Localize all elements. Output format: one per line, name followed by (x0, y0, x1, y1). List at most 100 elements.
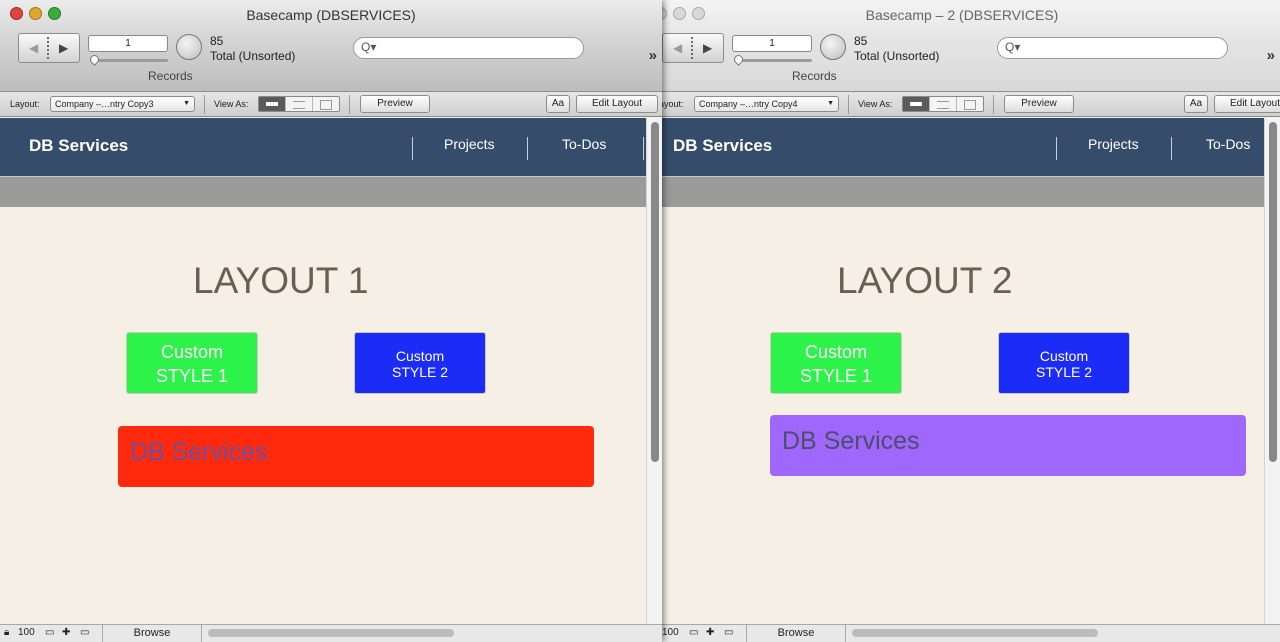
chevron-down-icon: ▼ (183, 100, 190, 107)
divider (993, 95, 994, 114)
layout-select[interactable]: Company –…ntry Copy4 ▼ (694, 96, 839, 112)
preview-button[interactable]: Preview (1004, 95, 1074, 113)
zoom-out-icon[interactable]: ▭ (45, 627, 54, 638)
book-spiral-icon (691, 37, 699, 59)
window-basecamp: Basecamp (DBSERVICES) ◀ ▶ 1 Records 85 T… (0, 0, 662, 642)
nav-divider (643, 137, 644, 160)
found-set-pie-icon[interactable] (820, 34, 846, 60)
toolbar-toggle-icon[interactable]: ▭ (724, 627, 733, 638)
found-set-pie-icon[interactable] (176, 34, 202, 60)
book-spiral-icon (47, 37, 55, 59)
window-toolbar: Basecamp (DBSERVICES) ◀ ▶ 1 Records 85 T… (0, 0, 662, 92)
custom-style-2-button[interactable]: Custom STYLE 2 (354, 332, 486, 394)
record-sort-status: Total (Unsorted) (854, 49, 940, 63)
table-view-icon[interactable] (313, 97, 339, 111)
layout-label: Layout: (660, 99, 684, 109)
db-services-banner: DB Services (118, 426, 594, 487)
quick-find-search-input[interactable]: Q▾ (353, 37, 584, 59)
nav-todos[interactable]: To-Dos (1206, 136, 1250, 152)
brand-name: DB Services (29, 136, 129, 155)
next-record-icon[interactable]: ▶ (59, 41, 68, 55)
nav-todos[interactable]: To-Dos (562, 136, 606, 152)
toolbar-overflow-chevron-icon[interactable]: » (649, 47, 658, 64)
mode-popup[interactable]: Browse (746, 625, 846, 642)
form-view-icon[interactable] (259, 97, 286, 111)
layout-content: DB Services Projects To-Dos LAYOUT 2 Cus… (660, 118, 1264, 624)
record-count: 85 Total (Unsorted) (854, 34, 939, 64)
layout-select-value: Company –…ntry Copy4 (699, 99, 798, 109)
vertical-scrollbar[interactable] (1264, 118, 1280, 624)
current-record-input[interactable]: 1 (732, 35, 812, 52)
site-header: DB Services Projects To-Dos (660, 118, 1264, 176)
edit-layout-button[interactable]: Edit Layout (1214, 95, 1280, 113)
layout-title: LAYOUT 1 (193, 260, 369, 301)
layout-content: DB Services Projects To-Dos LAYOUT 1 Cus… (0, 118, 646, 624)
custom-style-1-button[interactable]: Custom STYLE 1 (770, 332, 902, 394)
record-navigation-book[interactable]: ◀ ▶ (18, 33, 80, 63)
style2-line2: STYLE 2 (391, 364, 449, 380)
layout-select[interactable]: Company –…ntry Copy3 ▼ (50, 96, 195, 112)
scrollbar-thumb[interactable] (1269, 122, 1277, 462)
zoom-in-icon[interactable]: ✚ (706, 627, 714, 638)
nav-divider (412, 137, 413, 160)
vertical-scrollbar[interactable] (646, 118, 662, 624)
preview-button[interactable]: Preview (360, 95, 430, 113)
record-sort-status: Total (Unsorted) (210, 49, 296, 63)
formatting-bar-button[interactable]: Aa (546, 95, 570, 113)
scrollbar-thumb[interactable] (651, 122, 659, 462)
toolbar-toggle-icon[interactable]: ▭ (80, 627, 89, 638)
custom-style-2-button[interactable]: Custom STYLE 2 (998, 332, 1130, 394)
window-title: Basecamp – 2 (DBSERVICES) (865, 7, 1059, 23)
view-as-segmented-control[interactable] (902, 96, 984, 112)
layout-bar: Layout: Company –…ntry Copy4 ▼ View As: … (660, 92, 1280, 117)
style1-line2: STYLE 1 (799, 366, 873, 386)
style1-line1: Custom (804, 342, 867, 362)
previous-record-icon[interactable]: ◀ (29, 41, 38, 55)
formatting-bar-button[interactable]: Aa (1184, 95, 1208, 113)
window-toolbar: Basecamp – 2 (DBSERVICES) ◀ ▶ 1 Records … (660, 0, 1280, 92)
edit-layout-button[interactable]: Edit Layout (576, 95, 658, 113)
record-slider-knob[interactable] (88, 53, 101, 66)
horizontal-scrollbar[interactable] (208, 629, 454, 637)
list-view-icon[interactable] (930, 97, 957, 111)
table-view-icon[interactable] (957, 97, 983, 111)
toolbar-overflow-chevron-icon[interactable]: » (1267, 47, 1276, 64)
status-bar: 🔒︎ 100 ▭ ✚ ▭ Browse (0, 624, 662, 642)
record-slider[interactable] (88, 53, 168, 66)
site-header: DB Services Projects To-Dos (0, 118, 646, 176)
quick-find-search-input[interactable]: Q▾ (997, 37, 1228, 59)
layout-select-value: Company –…ntry Copy3 (55, 99, 154, 109)
horizontal-scrollbar[interactable] (852, 629, 1098, 637)
form-view-icon[interactable] (903, 97, 930, 111)
chevron-down-icon: ▼ (827, 100, 834, 107)
lock-icon[interactable]: 🔒︎ (4, 627, 9, 638)
sub-header-bar (0, 176, 646, 207)
style1-line1: Custom (160, 342, 223, 362)
style2-line2: STYLE 2 (1035, 364, 1093, 380)
list-view-icon[interactable] (286, 97, 313, 111)
window-basecamp-2: Basecamp – 2 (DBSERVICES) ◀ ▶ 1 Records … (660, 0, 1280, 642)
brand-name: DB Services (673, 136, 773, 155)
next-record-icon[interactable]: ▶ (703, 41, 712, 55)
previous-record-icon[interactable]: ◀ (673, 41, 682, 55)
current-record-input[interactable]: 1 (88, 35, 168, 52)
zoom-out-icon[interactable]: ▭ (689, 627, 698, 638)
view-as-label: View As: (214, 99, 249, 109)
custom-style-1-button[interactable]: Custom STYLE 1 (126, 332, 258, 394)
nav-projects[interactable]: Projects (444, 136, 495, 152)
divider (204, 95, 205, 114)
records-label: Records (792, 69, 837, 83)
zoom-level[interactable]: 100 (662, 627, 679, 638)
db-services-banner: DB Services (770, 415, 1246, 476)
zoom-level[interactable]: 100 (18, 627, 35, 638)
nav-projects[interactable]: Projects (1088, 136, 1139, 152)
search-icon: Q▾ (361, 40, 377, 54)
view-as-segmented-control[interactable] (258, 96, 340, 112)
mode-popup[interactable]: Browse (102, 625, 202, 642)
zoom-in-icon[interactable]: ✚ (62, 627, 70, 638)
record-slider[interactable] (732, 53, 812, 66)
style2-line1: Custom (395, 348, 445, 364)
record-navigation-book[interactable]: ◀ ▶ (662, 33, 724, 63)
record-slider-knob[interactable] (732, 53, 745, 66)
records-label: Records (148, 69, 193, 83)
